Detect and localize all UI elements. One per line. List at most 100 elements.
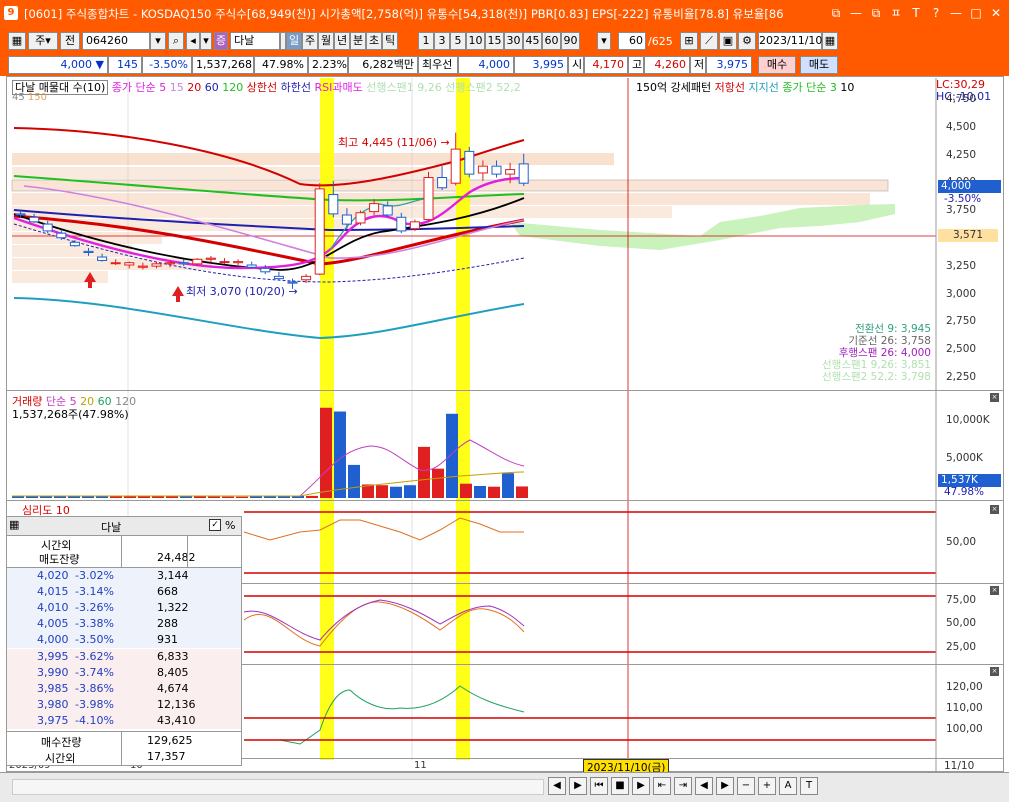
speaker-icon[interactable]: ◂ [186,32,200,50]
interval-button-4[interactable]: 15 [485,32,504,50]
ask-row[interactable]: 4,000 -3.50% 931 [7,632,241,648]
speaker-dropdown-icon[interactable]: ▾ [200,32,212,50]
interval-button-5[interactable]: 30 [504,32,523,50]
calendar-icon[interactable]: ▦ [822,32,838,50]
date-field[interactable]: 2023/11/10 [758,32,822,50]
panel-close-icon[interactable]: × [990,505,999,514]
nav-button-8[interactable]: ▶ [716,777,734,795]
legend-rsi-oversold[interactable]: RSI과매도 [315,81,363,94]
indicator-icon[interactable]: ⊞ [680,32,698,50]
help-icon[interactable]: ? [927,4,945,22]
interval-button-8[interactable]: 90 [561,32,580,50]
draw-icon[interactable]: ⟋ [700,32,718,50]
legend-ma-45[interactable]: 45 [12,92,25,103]
interval-dropdown-icon[interactable]: ▾ [597,32,611,50]
legend-ma3-period[interactable]: 10 [840,81,854,94]
ask-row[interactable]: 4,015 -3.14% 668 [7,584,241,600]
nav-button-1[interactable]: ▶ [569,777,587,795]
interval-button-6[interactable]: 45 [523,32,542,50]
bid-row[interactable]: 3,980 -3.98% 12,136 [7,697,241,713]
legend-ma-120[interactable]: 120 [222,81,243,94]
interval-button-3[interactable]: 10 [466,32,485,50]
legend-lead-span-1[interactable]: 선행스팬1 9,26 [366,81,441,94]
period-button-3[interactable]: 년 [334,32,350,50]
layout-icon[interactable]: ▦ [8,32,26,50]
legend-env-upper[interactable]: 상한선 [247,81,277,94]
legend-ma-15[interactable]: 15 [170,81,184,94]
nav-button-3[interactable]: ■ [611,777,629,795]
ask-row[interactable]: 4,020 -3.02% 3,144 [7,568,241,584]
legend-lead-span-2[interactable]: 선행스팬2 52,2 [445,81,520,94]
legend-support[interactable]: 지지선 [748,81,778,94]
stock-name-field[interactable]: 다날 [230,32,280,50]
panel-separator[interactable] [6,500,1004,501]
maximize-icon[interactable]: □ [967,4,985,22]
interval-button-2[interactable]: 5 [450,32,466,50]
ask-row[interactable]: 4,010 -3.26% 1,322 [7,600,241,616]
period-button-6[interactable]: 틱 [382,32,398,50]
minimize-small-icon[interactable]: — [847,4,865,22]
panel-close-icon[interactable]: × [990,667,999,676]
nav-button-10[interactable]: + [758,777,776,795]
conversion-line-value: 전환선 9: 3,945 [855,323,931,335]
period-button-2[interactable]: 월 [318,32,334,50]
period-button-0[interactable]: 일 [286,32,302,50]
pin-icon[interactable]: ㅍ [887,4,905,22]
legend-ma3-label[interactable]: 종가 단순 3 [782,81,836,94]
close-icon[interactable]: ✕ [987,4,1005,22]
text-icon[interactable]: T [907,4,925,22]
nav-button-11[interactable]: A [779,777,797,795]
nav-button-5[interactable]: ⇤ [653,777,671,795]
legend-ma-60[interactable]: 60 [205,81,219,94]
period-button-5[interactable]: 초 [366,32,382,50]
bid-qty: 6,833 [157,650,189,663]
bid-row[interactable]: 3,975 -4.10% 43,410 [7,713,241,729]
legend-ma-20[interactable]: 20 [187,81,201,94]
nav-button-12[interactable]: T [800,777,818,795]
count-input[interactable]: 60 [618,32,646,50]
nav-button-9[interactable]: − [737,777,755,795]
minimize-icon[interactable]: — [947,4,965,22]
nav-button-4[interactable]: ▶ [632,777,650,795]
mode-select[interactable]: 주▾ [28,32,58,50]
scroll-track[interactable] [12,779,544,795]
nav-button-6[interactable]: ⇥ [674,777,692,795]
interval-button-0[interactable]: 1 [418,32,434,50]
legend-ma-label[interactable]: 종가 단순 [112,81,156,94]
interval-button-7[interactable]: 60 [542,32,561,50]
save-icon[interactable]: ▣ [719,32,737,50]
tile-icon[interactable]: ⧉ [867,4,885,22]
code-input[interactable]: 064260 [82,32,150,50]
search-icon[interactable]: ⌕ [168,32,184,50]
panel-close-icon[interactable]: × [990,586,999,595]
mode-label: 주 [35,34,46,47]
quote-price: 4,000 ▼ [8,56,108,74]
legend-ma-5[interactable]: 5 [159,81,166,94]
legend-env-lower[interactable]: 하한선 [281,81,311,94]
interval-button-1[interactable]: 3 [434,32,450,50]
legend-strong-pattern[interactable]: 150억 강세패턴 [636,81,711,94]
nav-button-7[interactable]: ◀ [695,777,713,795]
bid-qty: 12,136 [157,698,196,711]
grid-icon[interactable]: ▦ [9,518,19,531]
percent-checkbox[interactable]: ✓ [209,519,221,531]
gear-icon[interactable]: ⚙ [738,32,756,50]
buy-button[interactable]: 매수 [758,56,796,74]
legend-resistance[interactable]: 저항선 [715,81,745,94]
all-button[interactable]: 전 [60,32,80,50]
bid-row[interactable]: 3,985 -3.86% 4,674 [7,681,241,697]
sell-button[interactable]: 매도 [800,56,838,74]
bid-row[interactable]: 3,990 -3.74% 8,405 [7,665,241,681]
period-button-4[interactable]: 분 [350,32,366,50]
code-dropdown-icon[interactable]: ▾ [150,32,166,50]
bid-row[interactable]: 3,995 -3.62% 6,833 [7,649,241,665]
nav-button-0[interactable]: ◀ [548,777,566,795]
nav-button-2[interactable]: ⏮ [590,777,608,795]
base-line-value: 기준선 26: 3,758 [848,335,931,347]
panel-close-icon[interactable]: × [990,393,999,402]
restore-icon[interactable]: ⧉ [827,4,845,22]
legend-ma-150[interactable]: 150 [28,92,47,103]
ask-row[interactable]: 4,005 -3.38% 288 [7,616,241,632]
period-button-1[interactable]: 주 [302,32,318,50]
panel-separator[interactable] [6,390,1004,391]
